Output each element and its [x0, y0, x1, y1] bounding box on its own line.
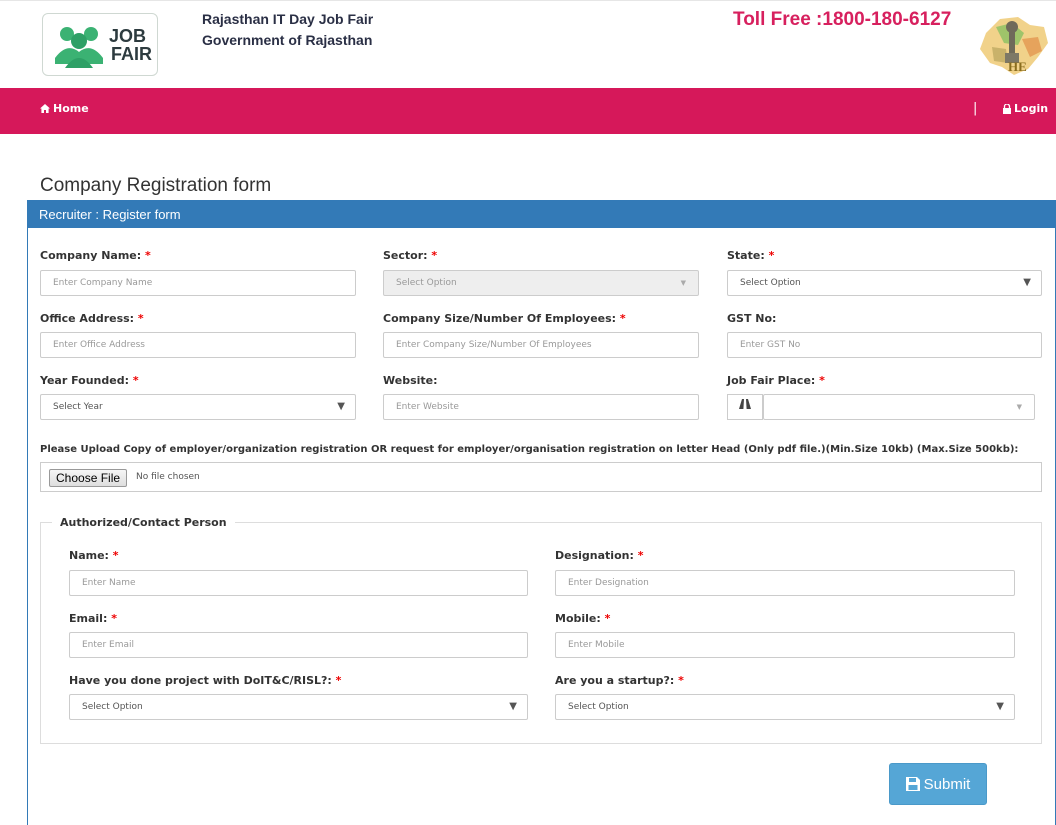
contact-person-legend: Authorized/Contact Person	[52, 516, 235, 529]
job-fair-place-label: Job Fair Place: *	[727, 374, 825, 387]
nav-home-label: Home	[53, 102, 89, 115]
company-name-label: Company Name: *	[40, 249, 151, 262]
job-fair-place-select[interactable]: ▼	[763, 394, 1035, 420]
road-icon	[727, 394, 763, 420]
startup-label-text: Are you a startup?:	[555, 674, 675, 687]
required-mark: *	[619, 312, 626, 325]
website-input[interactable]: Enter Website	[383, 394, 699, 420]
startup-label: Are you a startup?: *	[555, 674, 684, 687]
required-mark: *	[604, 612, 611, 625]
sector-select[interactable]: Select Option ▼	[383, 270, 699, 296]
website-label: Website:	[383, 374, 438, 387]
office-address-label: Office Address: *	[40, 312, 144, 325]
mobile-label-text: Mobile:	[555, 612, 601, 625]
site-header: JOB FAIR Rajasthan IT Day Job Fair Gover…	[0, 0, 1056, 88]
company-name-label-text: Company Name:	[40, 249, 142, 262]
site-title: Rajasthan IT Day Job Fair Government of …	[202, 9, 373, 51]
office-address-label-text: Office Address:	[40, 312, 135, 325]
state-label: State: *	[727, 249, 774, 262]
rajasthan-map-emblem-icon: HE	[980, 17, 1048, 75]
mobile-input[interactable]: Enter Mobile	[555, 632, 1015, 658]
year-founded-select[interactable]: Select Year ▼	[40, 394, 356, 420]
choose-file-button[interactable]: Choose File	[49, 469, 128, 487]
state-select-value: Select Option	[740, 278, 801, 288]
required-mark: *	[431, 249, 438, 262]
designation-label: Designation: *	[555, 549, 643, 562]
logo-text: JOB FAIR	[109, 27, 152, 63]
file-upload-field: Choose File No file chosen	[40, 462, 1042, 492]
company-size-label: Company Size/Number Of Employees: *	[383, 312, 626, 325]
nav-home-link[interactable]: Home	[40, 102, 89, 115]
startup-select[interactable]: Select Option ▼	[555, 694, 1015, 720]
home-icon	[40, 104, 50, 113]
nav-login-label: Login	[1014, 102, 1049, 115]
required-mark: *	[637, 549, 644, 562]
toll-free-number: Toll Free :1800-180-6127	[733, 9, 952, 30]
required-mark: *	[819, 374, 825, 387]
project-select[interactable]: Select Option ▼	[69, 694, 528, 720]
required-mark: *	[112, 549, 119, 562]
panel-heading: Recruiter : Register form	[27, 200, 1056, 228]
logo-line1: JOB	[109, 26, 147, 46]
project-select-value: Select Option	[82, 702, 143, 712]
job-fair-place-label-text: Job Fair Place:	[727, 374, 816, 387]
email-label: Email: *	[69, 612, 117, 625]
required-mark: *	[768, 249, 775, 262]
contact-name-input[interactable]: Enter Name	[69, 570, 528, 596]
dropdown-arrow-icon: ▼	[509, 701, 517, 712]
main-navbar: Home | Login	[0, 88, 1056, 134]
company-size-label-text: Company Size/Number Of Employees:	[383, 312, 617, 325]
state-select[interactable]: Select Option ▼	[727, 270, 1042, 296]
required-mark: *	[137, 312, 144, 325]
floppy-disk-icon	[905, 777, 920, 791]
road-icon-glyph	[739, 399, 751, 409]
submit-button[interactable]: Submit	[889, 763, 987, 805]
year-founded-label-text: Year Founded:	[40, 374, 129, 387]
designation-label-text: Designation:	[555, 549, 634, 562]
gst-input[interactable]: Enter GST No	[727, 332, 1042, 358]
upload-label: Please Upload Copy of employer/organizat…	[40, 444, 1019, 455]
site-title-line2: Government of Rajasthan	[202, 32, 373, 48]
required-mark: *	[678, 674, 684, 687]
gst-label: GST No:	[727, 312, 777, 325]
office-address-input[interactable]: Enter Office Address	[40, 332, 356, 358]
mobile-label: Mobile: *	[555, 612, 610, 625]
site-title-line1: Rajasthan IT Day Job Fair	[202, 11, 374, 27]
dropdown-caret-icon: ▼	[680, 279, 686, 287]
nav-separator: |	[973, 101, 978, 116]
contact-name-label: Name: *	[69, 549, 119, 562]
email-input[interactable]: Enter Email	[69, 632, 528, 658]
required-mark: *	[145, 249, 151, 262]
dropdown-arrow-icon: ▼	[1023, 277, 1031, 288]
file-status-text: No file chosen	[136, 472, 200, 482]
year-founded-label: Year Founded: *	[40, 374, 139, 387]
dropdown-caret-icon: ▼	[1016, 403, 1022, 411]
sector-label: Sector: *	[383, 249, 437, 262]
startup-select-value: Select Option	[568, 702, 629, 712]
dropdown-arrow-icon: ▼	[996, 701, 1004, 712]
sector-label-text: Sector:	[383, 249, 428, 262]
dropdown-arrow-icon: ▼	[337, 401, 345, 412]
year-founded-select-value: Select Year	[53, 402, 103, 412]
contact-name-label-text: Name:	[69, 549, 109, 562]
submit-label: Submit	[923, 775, 971, 793]
required-mark: *	[132, 374, 139, 387]
company-size-input[interactable]: Enter Company Size/Number Of Employees	[383, 332, 699, 358]
sector-select-value: Select Option	[396, 278, 457, 288]
nav-login-link[interactable]: Login	[1003, 102, 1048, 115]
lock-icon	[1003, 103, 1011, 114]
email-label-text: Email:	[69, 612, 108, 625]
project-label-text: Have you done project with DoIT&C/RISL?:	[69, 674, 332, 687]
state-label-text: State:	[727, 249, 765, 262]
svg-text:HE: HE	[1008, 59, 1027, 74]
job-fair-logo[interactable]: JOB FAIR	[42, 13, 158, 76]
required-mark: *	[111, 612, 117, 625]
company-name-input[interactable]: Enter Company Name	[40, 270, 356, 296]
required-mark: *	[335, 674, 342, 687]
page-title: Company Registration form	[40, 175, 272, 196]
people-icon	[55, 27, 103, 68]
project-label: Have you done project with DoIT&C/RISL?:…	[69, 674, 341, 687]
designation-input[interactable]: Enter Designation	[555, 570, 1015, 596]
logo-line2: FAIR	[111, 44, 153, 64]
